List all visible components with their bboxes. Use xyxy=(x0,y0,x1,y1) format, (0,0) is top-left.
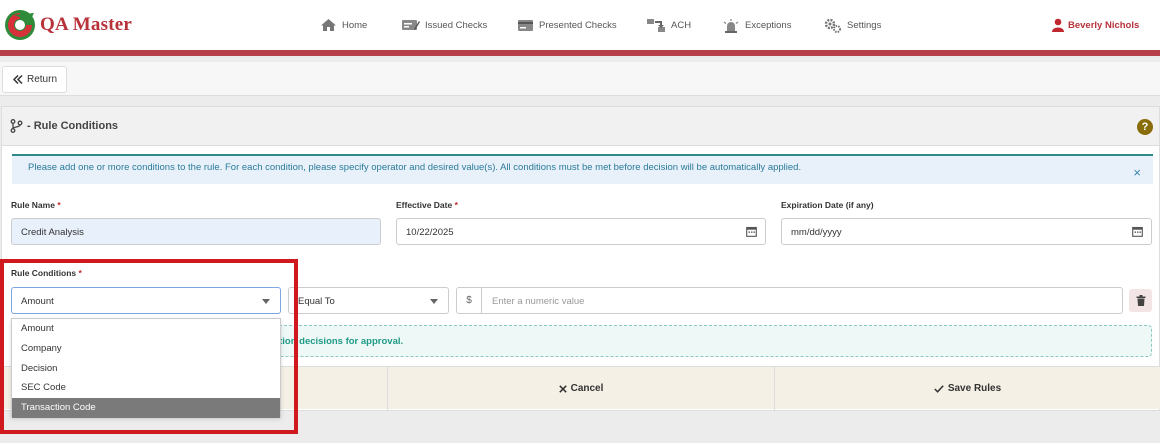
expiration-date-label-text: Expiration Date (if any) xyxy=(781,200,874,210)
nav-issued-checks-label: Issued Checks xyxy=(425,19,488,31)
effective-date-label: Effective Date * xyxy=(396,200,458,210)
rule-conditions-label-text: Rule Conditions xyxy=(11,268,77,278)
operator-value: Equal To xyxy=(298,296,335,307)
return-button[interactable]: Return xyxy=(2,66,67,93)
effective-date-label-text: Effective Date xyxy=(396,200,453,210)
card-icon xyxy=(518,19,533,31)
nav-settings-label: Settings xyxy=(847,19,882,31)
check-icon xyxy=(402,20,420,30)
dropdown-option-decision[interactable]: Decision xyxy=(12,359,280,379)
trash-icon xyxy=(1136,295,1145,306)
condition-field-value: Amount xyxy=(21,296,54,307)
nav-issued-checks[interactable]: Issued Checks xyxy=(401,16,487,34)
close-icon xyxy=(558,384,567,393)
nav-home[interactable]: Home xyxy=(320,16,367,34)
nav-home-label: Home xyxy=(342,19,368,31)
help-icon[interactable]: ? xyxy=(1137,119,1153,135)
dropdown-option-company[interactable]: Company xyxy=(12,339,280,359)
user-menu[interactable]: Beverly Nichols xyxy=(1052,16,1139,34)
top-navbar: QA Master Home Issued Checks Presented C… xyxy=(0,0,1160,50)
double-chevron-left-icon xyxy=(13,75,23,84)
rule-conditions-label: Rule Conditions * xyxy=(11,268,82,278)
panel-title-text: - Rule Conditions xyxy=(27,120,119,132)
panel-title: - Rule Conditions xyxy=(10,119,118,133)
return-bar: Return xyxy=(0,62,1160,96)
calendar-icon[interactable] xyxy=(746,226,757,237)
required-mark: * xyxy=(57,200,61,210)
expiration-date-input[interactable]: mm/dd/yyyy xyxy=(781,218,1152,245)
nav-presented-checks[interactable]: Presented Checks xyxy=(517,16,617,34)
user-icon xyxy=(1052,18,1064,32)
delete-condition-button[interactable] xyxy=(1129,289,1152,312)
panel-header: - Rule Conditions ? xyxy=(2,107,1159,146)
alert-light-icon xyxy=(723,18,739,33)
cancel-label: Cancel xyxy=(570,383,604,394)
cancel-button[interactable]: Cancel xyxy=(387,367,774,410)
dropdown-option-sec-code[interactable]: SEC Code xyxy=(12,378,280,398)
chevron-down-icon xyxy=(430,299,438,304)
calendar-icon[interactable] xyxy=(1132,226,1143,237)
nav-settings[interactable]: Settings xyxy=(824,16,881,34)
branch-icon xyxy=(10,119,23,133)
nav-exceptions[interactable]: Exceptions xyxy=(722,16,791,34)
dropdown-option-amount[interactable]: Amount xyxy=(12,319,280,339)
user-name: Beverly Nichols xyxy=(1068,19,1140,31)
return-label: Return xyxy=(27,74,58,85)
effective-date-input[interactable]: 10/22/2025 xyxy=(396,218,766,245)
rule-name-label-text: Rule Name xyxy=(11,200,55,210)
gears-icon xyxy=(824,18,841,33)
condition-field-dropdown: Amount Company Decision SEC Code Transac… xyxy=(11,318,281,418)
save-rules-label: Save Rules xyxy=(947,383,1002,394)
checkmark-icon xyxy=(934,384,944,393)
condition-field-select[interactable]: Amount xyxy=(11,287,281,314)
rule-name-value: Credit Analysis xyxy=(21,227,84,238)
expiration-date-placeholder: mm/dd/yyyy xyxy=(791,227,842,238)
close-icon[interactable]: × xyxy=(1133,165,1141,180)
dollar-icon: $ xyxy=(457,288,482,313)
nav-ach[interactable]: ACH xyxy=(646,16,691,34)
save-rules-button[interactable]: Save Rules xyxy=(774,367,1160,410)
info-alert: Please add one or more conditions to the… xyxy=(12,154,1153,184)
info-text: eption decisions for approval. xyxy=(268,336,404,347)
transfer-icon xyxy=(647,18,665,32)
rule-name-label: Rule Name * xyxy=(11,200,61,210)
nav-presented-checks-label: Presented Checks xyxy=(539,19,617,31)
nav-ach-label: ACH xyxy=(671,19,692,31)
alert-text: Please add one or more conditions to the… xyxy=(28,162,802,173)
rule-name-input[interactable]: Credit Analysis xyxy=(11,218,381,245)
header-divider xyxy=(0,50,1160,56)
chevron-down-icon xyxy=(262,299,270,304)
effective-date-value: 10/22/2025 xyxy=(406,227,454,238)
operator-select[interactable]: Equal To xyxy=(288,287,449,314)
brand-name[interactable]: QA Master xyxy=(40,14,132,36)
nav-exceptions-label: Exceptions xyxy=(745,19,792,31)
home-icon xyxy=(321,19,336,31)
value-input-group: $ Enter a numeric value xyxy=(456,287,1123,314)
required-mark: * xyxy=(454,200,458,210)
logo-icon xyxy=(5,10,35,40)
required-mark: * xyxy=(78,268,82,278)
value-input[interactable]: Enter a numeric value xyxy=(492,296,584,307)
dropdown-option-transaction-code[interactable]: Transaction Code xyxy=(12,398,280,418)
expiration-date-label: Expiration Date (if any) xyxy=(781,200,874,210)
